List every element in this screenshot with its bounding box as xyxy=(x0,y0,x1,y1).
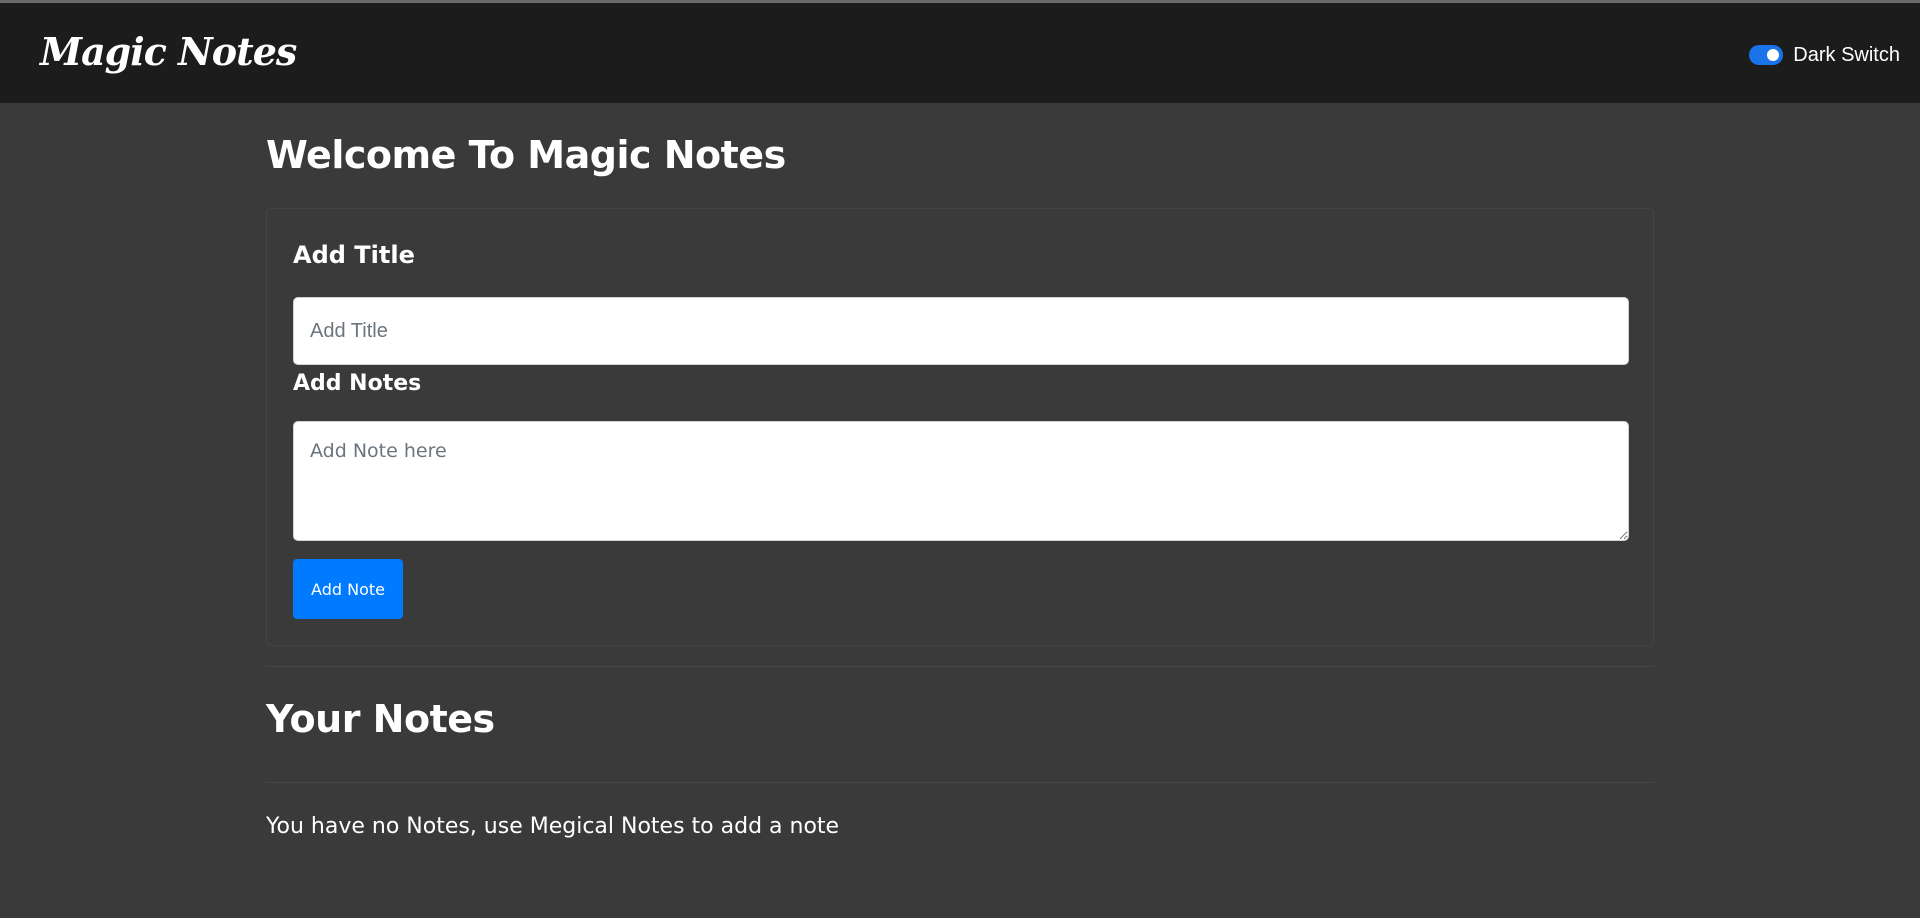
your-notes-title: Your Notes xyxy=(266,697,495,741)
divider xyxy=(266,666,1654,667)
dark-switch[interactable]: Dark Switch xyxy=(1749,41,1900,69)
navbar: Magic Notes Dark Switch xyxy=(0,3,1920,103)
brand-logo[interactable]: Magic Notes xyxy=(40,29,297,75)
notes-textarea[interactable] xyxy=(293,421,1629,541)
empty-notes-message: You have no Notes, use Megical Notes to … xyxy=(266,814,840,839)
add-note-card: Add Title Add Notes Add Note xyxy=(266,208,1654,646)
dark-switch-label[interactable]: Dark Switch xyxy=(1793,44,1900,67)
toggle-knob-icon xyxy=(1767,49,1780,61)
add-note-button[interactable]: Add Note xyxy=(293,559,403,619)
title-input[interactable] xyxy=(293,297,1629,365)
title-label: Add Title xyxy=(293,241,415,269)
divider xyxy=(266,782,1654,783)
page-title: Welcome To Magic Notes xyxy=(266,133,786,177)
dark-switch-toggle[interactable] xyxy=(1749,45,1784,65)
notes-label: Add Notes xyxy=(293,371,422,396)
